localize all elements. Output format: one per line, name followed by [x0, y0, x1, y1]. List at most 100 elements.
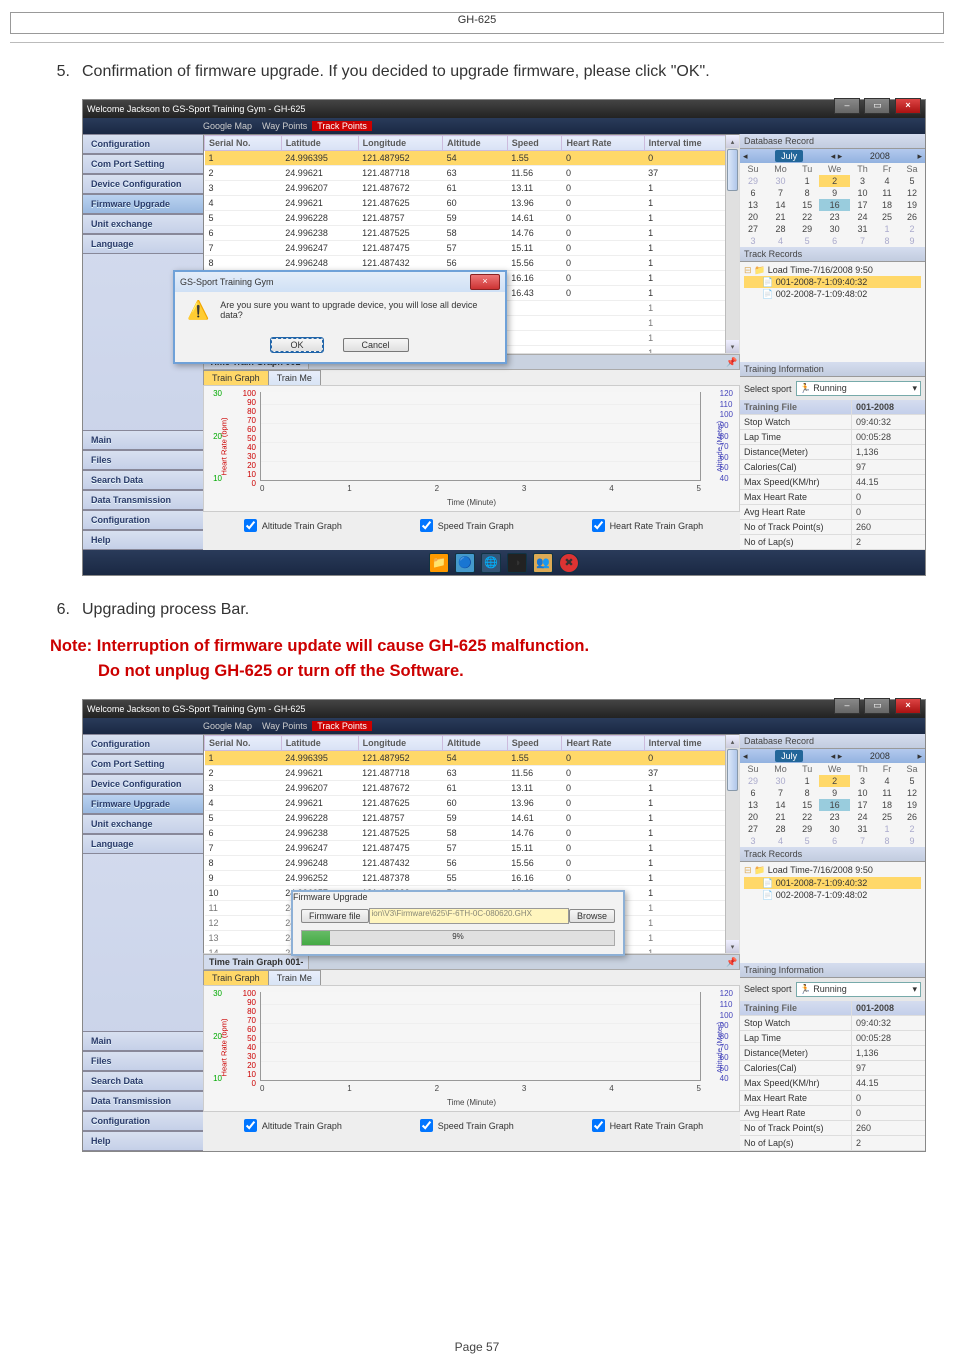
table-row[interactable]: 324.996207121.4876726113.1101: [205, 781, 739, 796]
calendar-day[interactable]: 17: [850, 799, 875, 811]
sidebar-com-port[interactable]: Com Port Setting: [83, 154, 203, 174]
tab-track-points[interactable]: Track Points: [312, 121, 372, 131]
calendar-year-2[interactable]: 2008: [870, 751, 890, 761]
calendar-day[interactable]: 20: [740, 811, 766, 823]
table-row[interactable]: 224.99621121.4877186311.56037: [205, 766, 739, 781]
sidebar-device-config[interactable]: Device Configuration: [83, 174, 203, 194]
table-row[interactable]: 324.996207121.4876726113.1101: [205, 181, 739, 196]
tab-google-map-2[interactable]: Google Map: [83, 721, 257, 731]
sidebar-help-b[interactable]: Help: [83, 1131, 203, 1151]
tb-icon-1[interactable]: 📁: [429, 553, 449, 573]
tab-train-me[interactable]: Train Me: [268, 370, 321, 385]
calendar-day[interactable]: 8: [875, 835, 899, 847]
calendar-day[interactable]: 10: [850, 187, 875, 199]
tb-icon-5[interactable]: 👥: [533, 553, 553, 573]
chk-heart-rate[interactable]: Heart Rate Train Graph: [588, 516, 704, 535]
calendar-day[interactable]: 22: [795, 811, 819, 823]
max-button-2[interactable]: ▭: [864, 698, 890, 714]
sidebar-main[interactable]: Main: [83, 430, 203, 450]
chk-altitude[interactable]: Altitude Train Graph: [240, 516, 342, 535]
tab-train-graph[interactable]: Train Graph: [203, 370, 269, 385]
table-row[interactable]: 824.996248121.4874325615.5601: [205, 256, 739, 271]
sidebar-com-port-b[interactable]: Com Port Setting: [83, 754, 203, 774]
calendar-day[interactable]: 4: [766, 835, 795, 847]
sidebar-configuration-2b[interactable]: Configuration: [83, 1111, 203, 1131]
calendar-day[interactable]: 12: [899, 787, 925, 799]
calendar-day[interactable]: 18: [875, 799, 899, 811]
calendar-day[interactable]: 1: [795, 175, 819, 187]
calendar-day[interactable]: 6: [740, 187, 766, 199]
tb-icon-2[interactable]: 🔵: [455, 553, 475, 573]
calendar-day[interactable]: 3: [850, 175, 875, 187]
calendar-day[interactable]: 24: [850, 811, 875, 823]
calendar-day[interactable]: 7: [766, 187, 795, 199]
col-serial[interactable]: Serial No.: [205, 136, 282, 151]
scroll-up-icon[interactable]: ▴: [726, 135, 739, 148]
min-button-2[interactable]: –: [834, 698, 860, 714]
calendar-day[interactable]: 4: [875, 775, 899, 787]
firmware-path-field[interactable]: ion\V3\Firmware\625\F-6TH-0C-080620.GHX: [369, 908, 569, 924]
calendar-day[interactable]: 22: [795, 211, 819, 223]
tab-way-points[interactable]: Way Points: [257, 121, 312, 131]
firmware-file-button[interactable]: Firmware file: [301, 909, 369, 923]
col-speed[interactable]: Speed: [507, 136, 562, 151]
calendar-day[interactable]: 27: [740, 223, 766, 235]
calendar-day[interactable]: 13: [740, 199, 766, 211]
calendar-day[interactable]: 4: [875, 175, 899, 187]
calendar-month-2[interactable]: July: [775, 750, 803, 762]
sidebar-language-b[interactable]: Language: [83, 834, 203, 854]
sidebar-main-b[interactable]: Main: [83, 1031, 203, 1051]
sidebar-search-data-b[interactable]: Search Data: [83, 1071, 203, 1091]
calendar-day[interactable]: 18: [875, 199, 899, 211]
calendar-day[interactable]: 8: [875, 235, 899, 247]
tb-icon-4[interactable]: ◑: [507, 553, 527, 573]
table-row[interactable]: 224.99621121.4877186311.56037: [205, 166, 739, 181]
calendar-day[interactable]: 1: [875, 823, 899, 835]
scroll-thumb-2[interactable]: [727, 749, 738, 791]
calendar-day[interactable]: 29: [795, 223, 819, 235]
select-sport-combo-2[interactable]: 🏃 Running▾: [796, 982, 921, 997]
sidebar-device-config-b[interactable]: Device Configuration: [83, 774, 203, 794]
sidebar-files-b[interactable]: Files: [83, 1051, 203, 1071]
table-row[interactable]: 424.99621121.4876256013.9601: [205, 196, 739, 211]
dialog-close-button[interactable]: ×: [470, 274, 500, 290]
calendar-day[interactable]: 10: [850, 787, 875, 799]
table-row[interactable]: 724.996247121.4874755715.1101: [205, 241, 739, 256]
calendar-day[interactable]: 29: [740, 775, 766, 787]
calendar-day[interactable]: 8: [795, 787, 819, 799]
calendar-day[interactable]: 19: [899, 199, 925, 211]
table-row[interactable]: 424.99621121.4876256013.9601: [205, 796, 739, 811]
tree-root[interactable]: Load Time-7/16/2008 9:50: [744, 264, 921, 276]
calendar-day[interactable]: 7: [850, 235, 875, 247]
pin-icon[interactable]: 📌: [725, 357, 739, 368]
scroll-down-icon-2[interactable]: ▾: [726, 940, 739, 953]
calendar-day[interactable]: 2: [819, 775, 850, 787]
calendar-day[interactable]: 14: [766, 799, 795, 811]
calendar-day[interactable]: 11: [875, 787, 899, 799]
calendar-day[interactable]: 12: [899, 187, 925, 199]
calendar-day[interactable]: 28: [766, 223, 795, 235]
tab-way-points-2[interactable]: Way Points: [257, 721, 312, 731]
calendar-day[interactable]: 31: [850, 223, 875, 235]
calendar-day[interactable]: 2: [819, 175, 850, 187]
table-scrollbar-2[interactable]: ▴ ▾: [725, 735, 739, 953]
chk-altitude-2[interactable]: Altitude Train Graph: [240, 1116, 342, 1135]
table-row[interactable]: 924.996252121.4873785516.1601: [205, 871, 739, 886]
max-button[interactable]: ▭: [864, 98, 890, 114]
table-row[interactable]: 624.996238121.4875255814.7601: [205, 826, 739, 841]
tb-icon-6[interactable]: ✖: [559, 553, 579, 573]
sidebar-configuration-2[interactable]: Configuration: [83, 510, 203, 530]
calendar-day[interactable]: 17: [850, 199, 875, 211]
calendar-day[interactable]: 20: [740, 211, 766, 223]
calendar-day[interactable]: 16: [819, 199, 850, 211]
calendar-2[interactable]: ◂ July ◂ ▸ 2008 ▸ SuMoTuWeThFrSa29301234…: [740, 749, 925, 847]
calendar-day[interactable]: 3: [740, 235, 766, 247]
scroll-down-icon[interactable]: ▾: [726, 340, 739, 353]
calendar-day[interactable]: 8: [795, 187, 819, 199]
calendar-day[interactable]: 30: [819, 823, 850, 835]
cal-nav-mid[interactable]: ◂ ▸: [831, 151, 843, 162]
track-tree[interactable]: Load Time-7/16/2008 9:50 001-2008-7-1:09…: [740, 262, 925, 302]
calendar-day[interactable]: 13: [740, 799, 766, 811]
calendar-day[interactable]: 2: [899, 223, 925, 235]
chk-speed-2[interactable]: Speed Train Graph: [416, 1116, 514, 1135]
